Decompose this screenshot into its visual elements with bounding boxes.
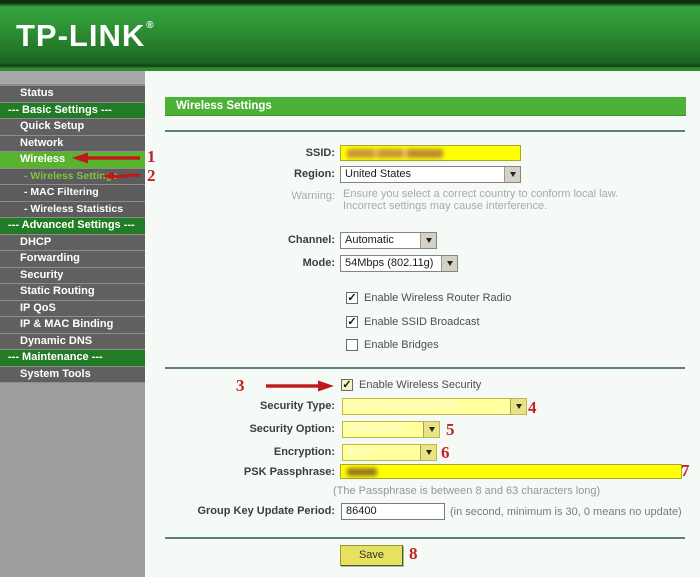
sidebar-item-wireless-statistics[interactable]: - Wireless Statistics <box>0 200 145 217</box>
group-key-update-period-input[interactable]: 86400 <box>341 503 445 520</box>
warning-line-2: Incorrect settings may cause interferenc… <box>343 200 548 212</box>
psk-passphrase-input[interactable] <box>340 464 682 479</box>
enable-wireless-security-checkbox[interactable] <box>341 379 353 391</box>
main-content: Wireless Settings SSID: Region: United S… <box>145 71 700 577</box>
registered-mark: ® <box>146 20 155 31</box>
annotation-arrow-2 <box>102 172 141 180</box>
sidebar-section-maintenance: --- Maintenance --- <box>0 349 145 366</box>
divider-bottom <box>165 537 685 539</box>
mode-value: 54Mbps (802.11g) <box>345 257 434 269</box>
annotation-number-7: 7 <box>681 461 690 480</box>
annotation-number-8: 8 <box>409 544 418 563</box>
sidebar-filler <box>0 382 145 562</box>
sidebar-item-mac-filtering[interactable]: - MAC Filtering <box>0 184 145 201</box>
channel-label: Channel: <box>287 234 335 246</box>
region-select[interactable]: United States <box>340 166 521 183</box>
chevron-down-icon[interactable] <box>420 233 436 248</box>
ssid-redacted-value <box>347 149 443 158</box>
sidebar-item-dynamic-dns[interactable]: Dynamic DNS <box>0 332 145 349</box>
logo-text: TP-LINK <box>16 18 146 53</box>
ssid-label: SSID: <box>305 147 335 159</box>
sidebar-item-static-routing[interactable]: Static Routing <box>0 283 145 300</box>
psk-passphrase-label: PSK Passphrase: <box>243 466 335 478</box>
mode-select[interactable]: 54Mbps (802.11g) <box>340 255 458 272</box>
mode-label: Mode: <box>302 257 335 269</box>
sidebar-item-system-tools[interactable]: System Tools <box>0 365 145 382</box>
ssid-input[interactable] <box>340 145 521 161</box>
sidebar-item-status[interactable]: Status <box>0 85 145 102</box>
divider-top <box>165 130 685 132</box>
top-banner: TP-LINK® <box>0 0 700 71</box>
sidebar-item-dhcp[interactable]: DHCP <box>0 233 145 250</box>
warning-label: Warning: <box>291 190 335 202</box>
encryption-select[interactable]: TKIP <box>342 444 437 461</box>
router-admin-page: TP-LINK® Status --- Basic Settings --- Q… <box>0 0 700 577</box>
enable-bridges-checkbox[interactable] <box>346 339 358 351</box>
save-button[interactable]: Save <box>340 545 403 566</box>
sidebar-section-basic-settings: --- Basic Settings --- <box>0 101 145 118</box>
chevron-down-icon[interactable] <box>510 399 526 414</box>
enable-ssid-broadcast-checkbox[interactable] <box>346 316 358 328</box>
sidebar-item-ip-mac-binding[interactable]: IP & MAC Binding <box>0 316 145 333</box>
channel-select[interactable]: Automatic <box>340 232 437 249</box>
warning-line-1: Ensure you select a correct country to c… <box>343 188 619 200</box>
enable-wireless-router-radio-checkbox[interactable] <box>346 292 358 304</box>
channel-value: Automatic <box>345 234 394 246</box>
annotation-number-1: 1 <box>147 147 156 166</box>
sidebar-item-network[interactable]: Network <box>0 134 145 151</box>
sidebar-section-advanced-settings: --- Advanced Settings --- <box>0 217 145 234</box>
page-title: Wireless Settings <box>165 97 686 116</box>
sidebar-item-forwarding[interactable]: Forwarding <box>0 250 145 267</box>
group-key-update-period-note: (in second, minimum is 30, 0 means no up… <box>450 506 682 518</box>
annotation-number-2: 2 <box>147 166 156 185</box>
annotation-number-3: 3 <box>236 376 245 395</box>
encryption-value: TKIP <box>347 446 372 458</box>
chevron-down-icon[interactable] <box>441 256 457 271</box>
enable-bridges-label: Enable Bridges <box>364 339 439 351</box>
sidebar-nav: Status --- Basic Settings --- Quick Setu… <box>0 71 145 577</box>
enable-wireless-router-radio-label: Enable Wireless Router Radio <box>364 292 512 304</box>
security-option-value: WPA2-PSK <box>347 423 404 435</box>
security-option-select[interactable]: WPA2-PSK <box>342 421 440 438</box>
annotation-arrow-3 <box>266 380 334 392</box>
sidebar-item-security[interactable]: Security <box>0 266 145 283</box>
annotation-arrow-1 <box>72 152 140 164</box>
annotation-number-4: 4 <box>528 398 537 417</box>
chevron-down-icon[interactable] <box>504 167 520 182</box>
group-key-update-period-label: Group Key Update Period: <box>197 505 335 517</box>
encryption-label: Encryption: <box>273 446 335 458</box>
security-type-label: Security Type: <box>260 400 335 412</box>
psk-redacted-value <box>347 468 377 476</box>
enable-wireless-security-label: Enable Wireless Security <box>359 379 482 391</box>
security-type-value: WPA-PSK/WPA2-PSK <box>347 400 457 412</box>
psk-passphrase-note: (The Passphrase is between 8 and 63 char… <box>333 485 601 497</box>
sidebar-top-strip <box>0 71 145 85</box>
annotation-number-6: 6 <box>441 443 450 462</box>
region-value: United States <box>345 168 412 180</box>
chevron-down-icon[interactable] <box>423 422 439 437</box>
sidebar-item-quick-setup[interactable]: Quick Setup <box>0 118 145 135</box>
tp-link-logo: TP-LINK® <box>16 18 155 54</box>
divider-middle <box>165 367 685 369</box>
region-label: Region: <box>294 168 335 180</box>
security-option-label: Security Option: <box>249 423 335 435</box>
sidebar-item-ip-qos[interactable]: IP QoS <box>0 299 145 316</box>
annotation-number-5: 5 <box>446 420 455 439</box>
enable-ssid-broadcast-label: Enable SSID Broadcast <box>364 316 480 328</box>
security-type-select[interactable]: WPA-PSK/WPA2-PSK <box>342 398 527 415</box>
chevron-down-icon[interactable] <box>420 445 436 460</box>
